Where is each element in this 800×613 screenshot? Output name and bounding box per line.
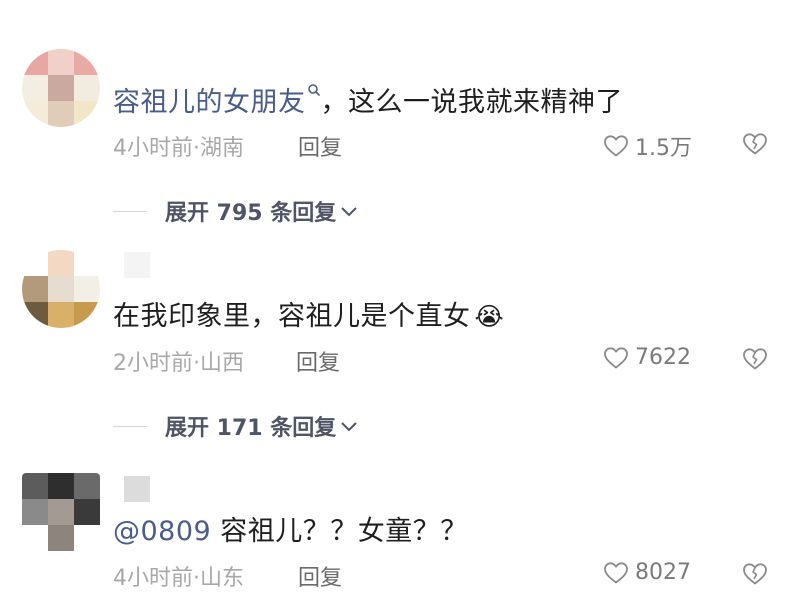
expand-replies-label: 展开 795 条回复 — [165, 201, 337, 226]
comment-text: 在我印象里，容祖儿是个直女 😭 — [113, 294, 504, 333]
comment-meta: 2小时前·山西 — [113, 345, 244, 377]
comment-location: 山西 — [200, 351, 245, 376]
meta-separator: · — [193, 566, 200, 591]
crying-emoji: 😭 — [474, 302, 505, 331]
comment-location: 山东 — [200, 566, 245, 591]
heart-outline-icon — [604, 346, 628, 368]
username-hidden[interactable] — [124, 252, 150, 278]
like-count: 8027 — [635, 560, 691, 585]
avatar[interactable] — [22, 250, 100, 328]
like-button[interactable]: 1.5万 — [603, 130, 692, 162]
chevron-down-icon — [341, 207, 357, 217]
broken-heart-icon — [743, 133, 767, 155]
mention-link[interactable]: @0809 — [113, 516, 211, 547]
avatar[interactable] — [22, 49, 100, 127]
comment-meta: 4小时前·湖南 — [113, 130, 244, 162]
meta-separator: · — [193, 136, 200, 161]
dislike-button[interactable] — [742, 562, 768, 590]
dislike-button[interactable] — [742, 132, 768, 160]
comment-body: 在我印象里，容祖儿是个直女 — [113, 301, 471, 332]
heart-outline-icon — [604, 135, 628, 157]
search-icon[interactable] — [307, 83, 321, 97]
comment-time: 4小时前 — [113, 136, 193, 161]
reply-button[interactable]: 回复 — [298, 560, 342, 592]
reply-button[interactable]: 回复 — [298, 130, 342, 162]
comment-time: 4小时前 — [113, 566, 193, 591]
comment-text: 容祖儿的女朋友 ，这么一说我就来精神了 — [113, 80, 623, 119]
expand-replies-button[interactable]: 展开 795 条回复 — [113, 195, 358, 227]
like-button[interactable]: 8027 — [603, 560, 691, 585]
meta-separator: · — [193, 351, 200, 376]
broken-heart-icon — [743, 348, 767, 370]
comment-body: 容祖儿？？女童？？ — [211, 516, 468, 547]
like-count: 1.5万 — [635, 136, 692, 161]
divider-line — [113, 425, 147, 427]
chevron-down-icon — [341, 422, 357, 432]
heart-outline-icon — [604, 561, 628, 583]
dislike-button[interactable] — [742, 347, 768, 375]
username-link[interactable]: 容祖儿的女朋友 — [113, 87, 306, 118]
broken-heart-icon — [743, 563, 767, 585]
divider-line — [113, 210, 147, 212]
comment-time: 2小时前 — [113, 351, 193, 376]
comment-text: @0809 容祖儿？？女童？？ — [113, 509, 468, 548]
expand-replies-button[interactable]: 展开 171 条回复 — [113, 410, 358, 442]
like-button[interactable]: 7622 — [603, 345, 691, 370]
comment-location: 湖南 — [200, 136, 245, 161]
comment-meta: 4小时前·山东 — [113, 560, 244, 592]
like-count: 7622 — [635, 345, 691, 370]
avatar[interactable] — [22, 473, 100, 551]
comment-body: ，这么一说我就来精神了 — [320, 87, 623, 118]
expand-replies-label: 展开 171 条回复 — [165, 416, 337, 441]
reply-button[interactable]: 回复 — [296, 345, 340, 377]
username-hidden[interactable] — [124, 476, 150, 502]
